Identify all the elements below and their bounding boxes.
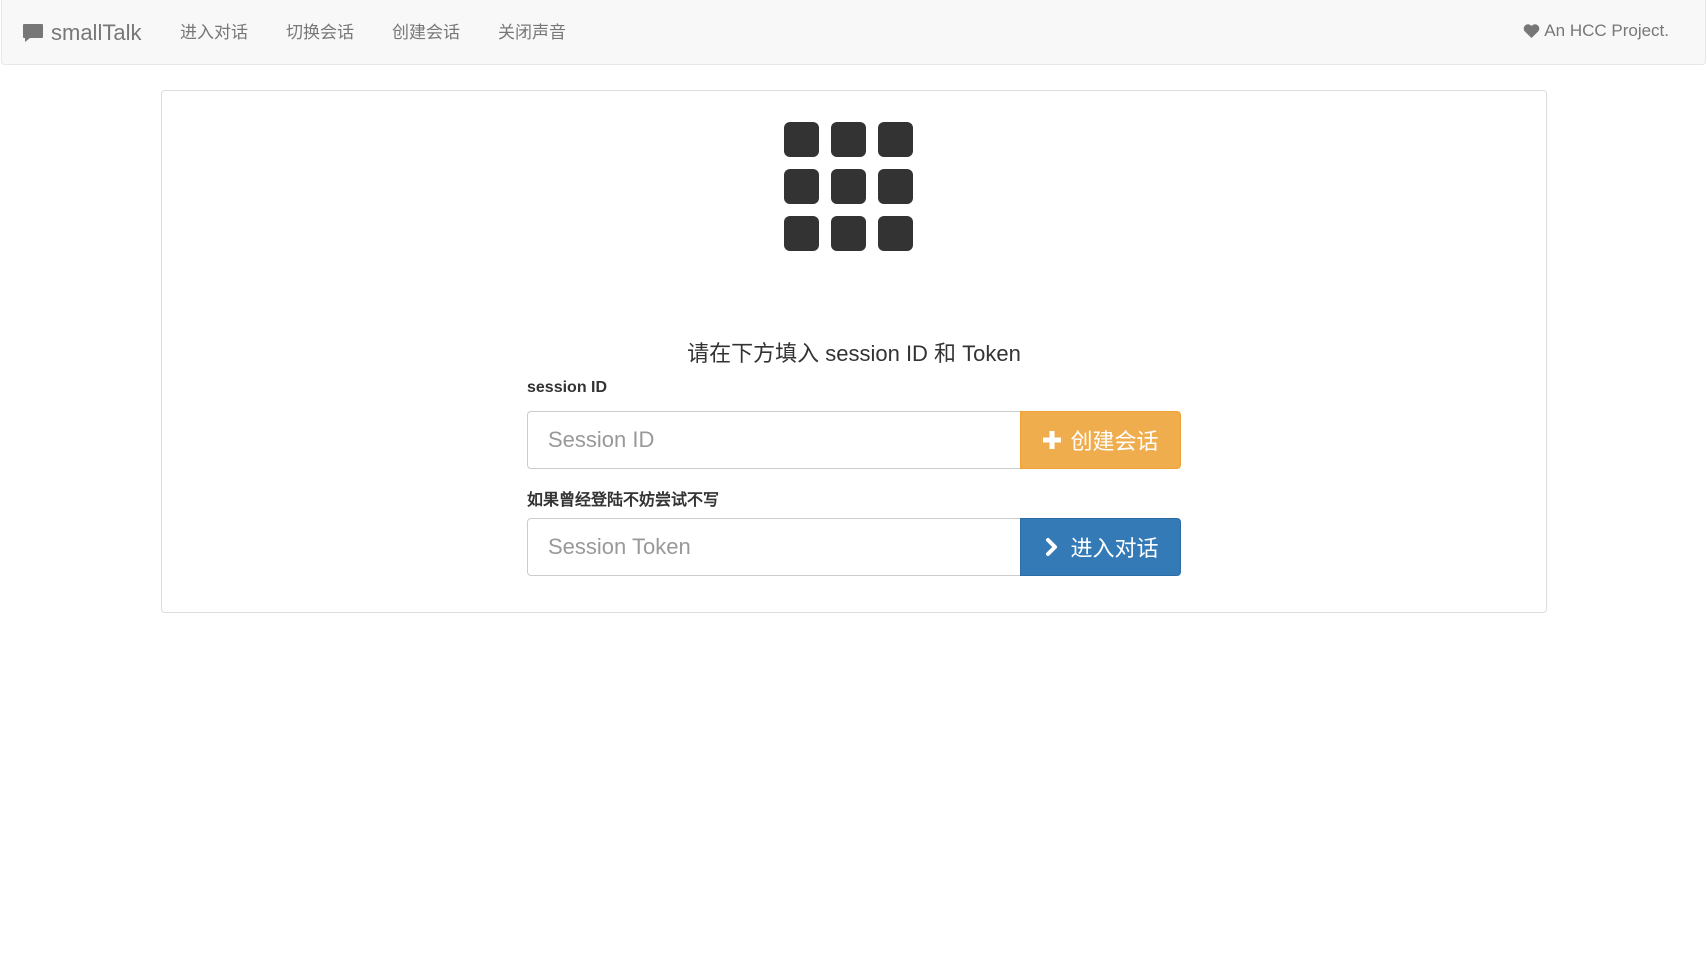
navbar: smallTalk 进入对话 切换会话 创建会话 关闭声音 An HCC Pro…	[1, 0, 1706, 65]
token-group: 进入对话	[527, 518, 1181, 576]
nav-item-enter-chat[interactable]: 进入对话	[161, 18, 267, 43]
brand-link[interactable]: smallTalk	[21, 0, 141, 65]
nav-item-create-session[interactable]: 创建会话	[373, 18, 479, 43]
create-session-button-label: 创建会话	[1070, 429, 1159, 454]
brand-name: smallTalk	[51, 19, 142, 45]
page-heading: 请在下方填入 session ID 和 Token	[687, 341, 1021, 366]
session-id-label: session ID	[527, 379, 608, 396]
project-credit[interactable]: An HCC Project.	[1523, 0, 1669, 61]
create-session-button[interactable]: 创建会话	[1020, 411, 1181, 469]
enter-chat-button-label: 进入对话	[1070, 536, 1159, 561]
login-panel: 请在下方填入 session ID 和 Token session ID 创建会…	[161, 90, 1547, 613]
session-id-input[interactable]	[527, 411, 1020, 469]
project-credit-text: An HCC Project.	[1544, 20, 1669, 40]
plus-icon	[1042, 430, 1062, 450]
nav-item-mute[interactable]: 关闭声音	[479, 18, 585, 43]
enter-chat-button[interactable]: 进入对话	[1020, 518, 1181, 576]
session-id-group: 创建会话	[527, 411, 1181, 469]
comment-icon	[21, 21, 45, 45]
token-label: 如果曾经登陆不妨尝试不写	[527, 492, 720, 509]
heart-icon	[1523, 23, 1540, 39]
session-token-input[interactable]	[527, 518, 1020, 576]
chevron-right-icon	[1042, 537, 1062, 557]
nav-menu: 进入对话 切换会话 创建会话 关闭声音	[161, 0, 585, 61]
grid-icon	[784, 122, 914, 252]
nav-item-switch-session[interactable]: 切换会话	[267, 18, 373, 43]
